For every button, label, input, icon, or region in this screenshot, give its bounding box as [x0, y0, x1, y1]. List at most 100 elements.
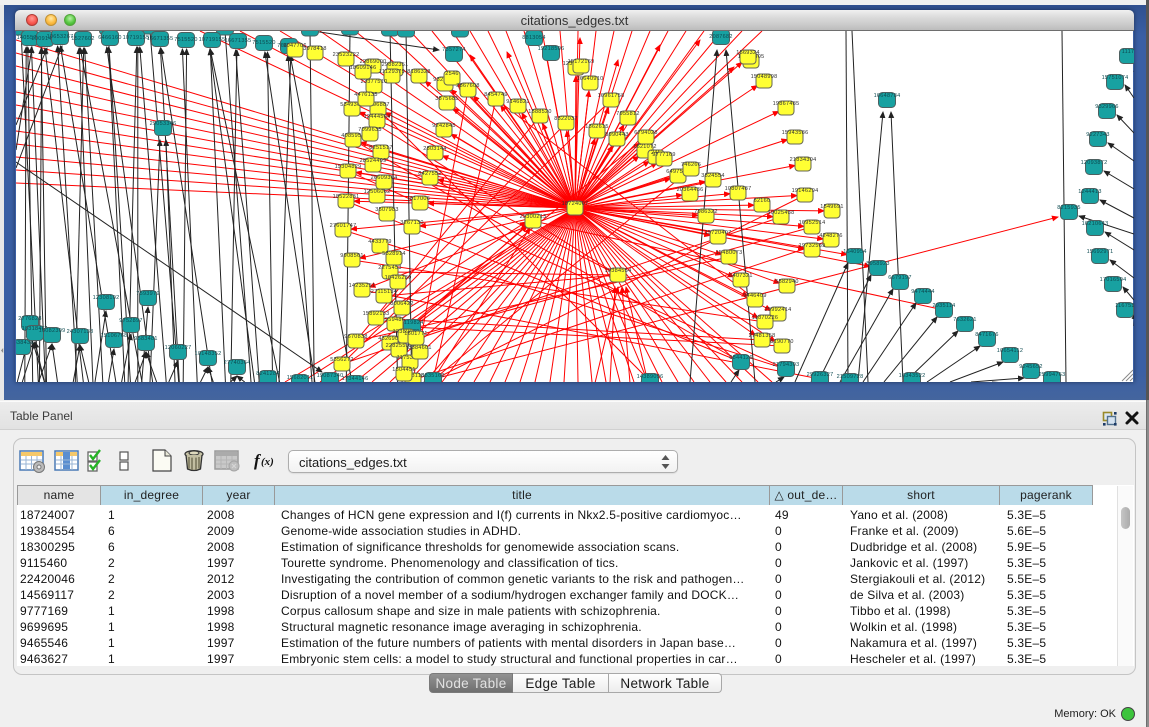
svg-text:15048998: 15048998	[751, 74, 778, 80]
svg-text:8241284: 8241284	[256, 371, 280, 377]
svg-text:25992414: 25992414	[765, 307, 792, 313]
svg-text:6679197: 6679197	[888, 275, 912, 281]
svg-text:21509728: 21509728	[837, 374, 864, 380]
svg-text:23523222: 23523222	[333, 52, 360, 58]
svg-text:5328914: 5328914	[382, 251, 406, 257]
svg-text:9227343: 9227343	[1086, 132, 1110, 138]
svg-text:8427552: 8427552	[418, 171, 442, 177]
svg-text:15304829: 15304829	[335, 164, 362, 170]
svg-text:9047706: 9047706	[283, 43, 307, 49]
svg-text:18609146: 18609146	[350, 65, 377, 71]
svg-text:15106768: 15106768	[101, 333, 128, 339]
svg-text:11129379: 11129379	[379, 69, 405, 75]
svg-text:19732589: 19732589	[799, 243, 826, 249]
svg-text:4433779: 4433779	[368, 239, 392, 245]
svg-text:19087340: 19087340	[317, 373, 344, 379]
svg-text:18724007: 18724007	[562, 201, 589, 207]
svg-text:16671355: 16671355	[147, 36, 174, 42]
svg-text:2935114: 2935114	[932, 303, 955, 309]
svg-text:3384601: 3384601	[408, 345, 432, 351]
svg-text:15720407: 15720407	[705, 230, 732, 236]
svg-text:8006422: 8006422	[390, 301, 414, 307]
svg-text:9474444: 9474444	[911, 289, 935, 295]
svg-text:12506062: 12506062	[364, 189, 391, 195]
svg-text:1117: 1117	[1122, 49, 1134, 55]
svg-text:4248276: 4248276	[819, 233, 843, 239]
svg-text:9245652: 9245652	[1019, 364, 1043, 370]
svg-text:19384554: 19384554	[605, 268, 632, 274]
svg-text:9583481: 9583481	[134, 336, 158, 342]
svg-text:16648784: 16648784	[874, 93, 901, 99]
svg-text:15692971: 15692971	[1087, 249, 1114, 255]
svg-text:62160: 62160	[754, 198, 771, 204]
svg-text:15172169: 15172169	[568, 59, 595, 65]
svg-text:10719155: 10719155	[199, 37, 226, 43]
svg-text:2087682: 2087682	[709, 34, 733, 40]
svg-text:17344146: 17344146	[342, 376, 369, 382]
svg-text:6407321: 6407321	[729, 273, 753, 279]
svg-text:(x): (x)	[261, 456, 274, 468]
svg-text:16640910: 16640910	[577, 76, 604, 82]
svg-text:26609364: 26609364	[371, 175, 398, 181]
svg-text:16082309: 16082309	[39, 328, 66, 334]
svg-text:8835169: 8835169	[421, 373, 445, 379]
svg-text:16210643: 16210643	[1082, 221, 1109, 227]
svg-text:27740364: 27740364	[224, 360, 251, 366]
svg-text:7357274: 7357274	[442, 47, 466, 53]
svg-text:8186328: 8186328	[407, 69, 431, 75]
svg-text:9242845: 9242845	[432, 123, 456, 129]
svg-text:15751074: 15751074	[1102, 75, 1129, 81]
svg-text:7515520: 7515520	[174, 37, 198, 43]
svg-text:6844126: 6844126	[729, 355, 753, 361]
svg-text:7632621: 7632621	[953, 317, 977, 323]
svg-text:20364436: 20364436	[677, 187, 704, 193]
svg-text:1640954: 1640954	[843, 249, 867, 255]
svg-text:2275453: 2275453	[378, 265, 402, 271]
svg-text:8813054: 8813054	[522, 35, 546, 41]
svg-text:1244413: 1244413	[1078, 189, 1102, 195]
svg-text:19218506: 19218506	[538, 46, 565, 52]
svg-text:5356272: 5356272	[330, 357, 354, 363]
svg-text:3267130: 3267130	[400, 220, 424, 226]
svg-text:12308102: 12308102	[93, 295, 120, 301]
svg-text:8215935: 8215935	[1057, 205, 1081, 211]
svg-text:12093872: 12093872	[1081, 160, 1108, 166]
svg-text:8471676: 8471676	[975, 332, 999, 338]
svg-text:8990443: 8990443	[605, 132, 629, 138]
svg-text:1527602: 1527602	[71, 36, 95, 42]
svg-text:16671355: 16671355	[225, 38, 252, 44]
svg-text:28524499: 28524499	[360, 158, 387, 164]
svg-text:16426230: 16426230	[385, 275, 412, 281]
svg-text:3875685: 3875685	[435, 96, 459, 102]
svg-text:15943586: 15943586	[782, 130, 809, 136]
svg-text:19146294: 19146294	[792, 188, 819, 194]
svg-text:746266: 746266	[681, 162, 701, 168]
svg-text:25300213: 25300213	[520, 214, 547, 220]
svg-text:15480073: 15480073	[716, 250, 743, 256]
svg-text:4085957: 4085957	[341, 133, 365, 139]
svg-text:5582940: 5582940	[775, 279, 799, 285]
svg-text:9146821: 9146821	[506, 99, 530, 105]
svg-text:9752897: 9752897	[119, 318, 143, 324]
svg-text:16952514: 16952514	[799, 220, 826, 226]
svg-text:8190770: 8190770	[770, 339, 794, 345]
svg-text:1588520: 1588520	[528, 109, 552, 115]
svg-text:8322037: 8322037	[554, 116, 578, 122]
svg-text:29926327: 29926327	[807, 372, 834, 378]
svg-text:3824554: 3824554	[701, 173, 725, 179]
svg-text:8958923: 8958923	[866, 261, 890, 267]
svg-text:7099635: 7099635	[358, 127, 382, 133]
svg-text:817006: 817006	[410, 196, 430, 202]
svg-text:16961758: 16961758	[598, 93, 625, 99]
svg-text:27115134: 27115134	[371, 289, 397, 295]
svg-text:10653267: 10653267	[47, 34, 74, 40]
svg-text:10148352: 10148352	[195, 351, 222, 357]
svg-text:17016504: 17016504	[1100, 277, 1127, 283]
svg-text:12444504: 12444504	[364, 114, 391, 120]
svg-text:10807487: 10807487	[725, 186, 752, 192]
svg-text:15682011: 15682011	[287, 375, 313, 381]
svg-text:27601747: 27601747	[330, 223, 357, 229]
svg-text:7986322: 7986322	[694, 209, 718, 215]
svg-text:9777169: 9777169	[652, 152, 676, 158]
svg-text:2546: 2546	[445, 71, 458, 77]
